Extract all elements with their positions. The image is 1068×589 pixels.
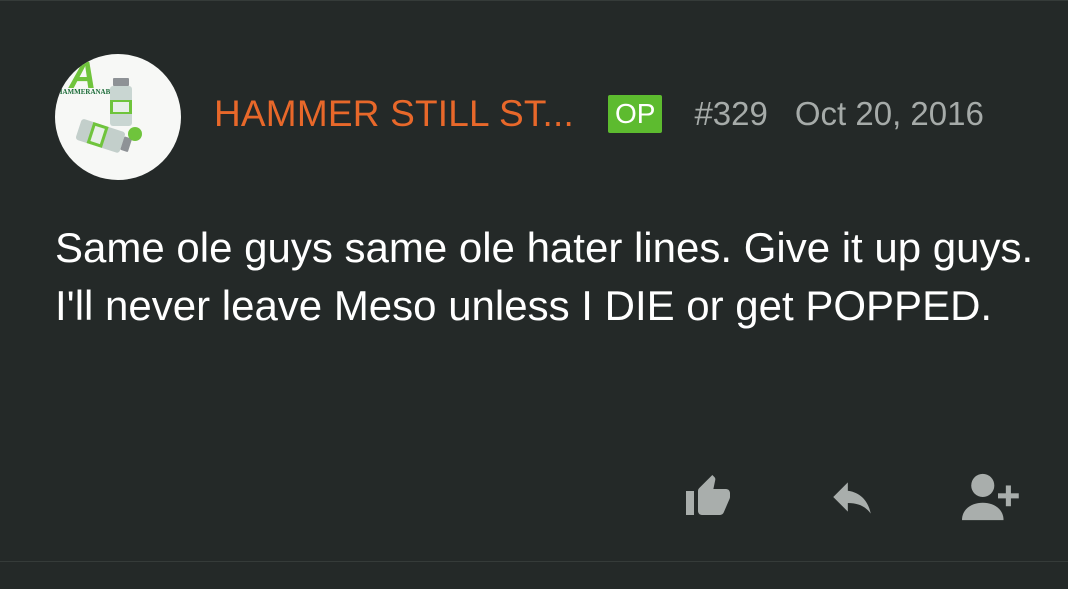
reply-button[interactable] bbox=[822, 471, 882, 523]
forum-post: A HAMMERANABOLICS HAMMER STILL ST... OP … bbox=[0, 0, 1068, 589]
like-button[interactable] bbox=[678, 471, 738, 523]
thumbs-up-icon bbox=[686, 475, 730, 515]
reply-icon bbox=[833, 482, 871, 514]
post-number-link[interactable]: #329 bbox=[694, 95, 767, 133]
avatar-logo-image: A HAMMERANABOLICS bbox=[57, 55, 142, 153]
avatar[interactable]: A HAMMERANABOLICS bbox=[55, 54, 181, 180]
add-user-icon bbox=[962, 473, 1019, 521]
op-badge: OP bbox=[607, 95, 663, 133]
post-date: Oct 20, 2016 bbox=[794, 95, 984, 132]
post-actions bbox=[0, 471, 1068, 523]
username-link[interactable]: HAMMER STILL ST... bbox=[214, 93, 574, 135]
post-header: HAMMER STILL ST... OP #329 Oct 20, 2016 bbox=[214, 89, 984, 139]
post-message: Same ole guys same ole hater lines. Give… bbox=[55, 224, 1034, 329]
follow-user-button[interactable] bbox=[962, 471, 1022, 523]
bottom-divider bbox=[0, 561, 1068, 562]
